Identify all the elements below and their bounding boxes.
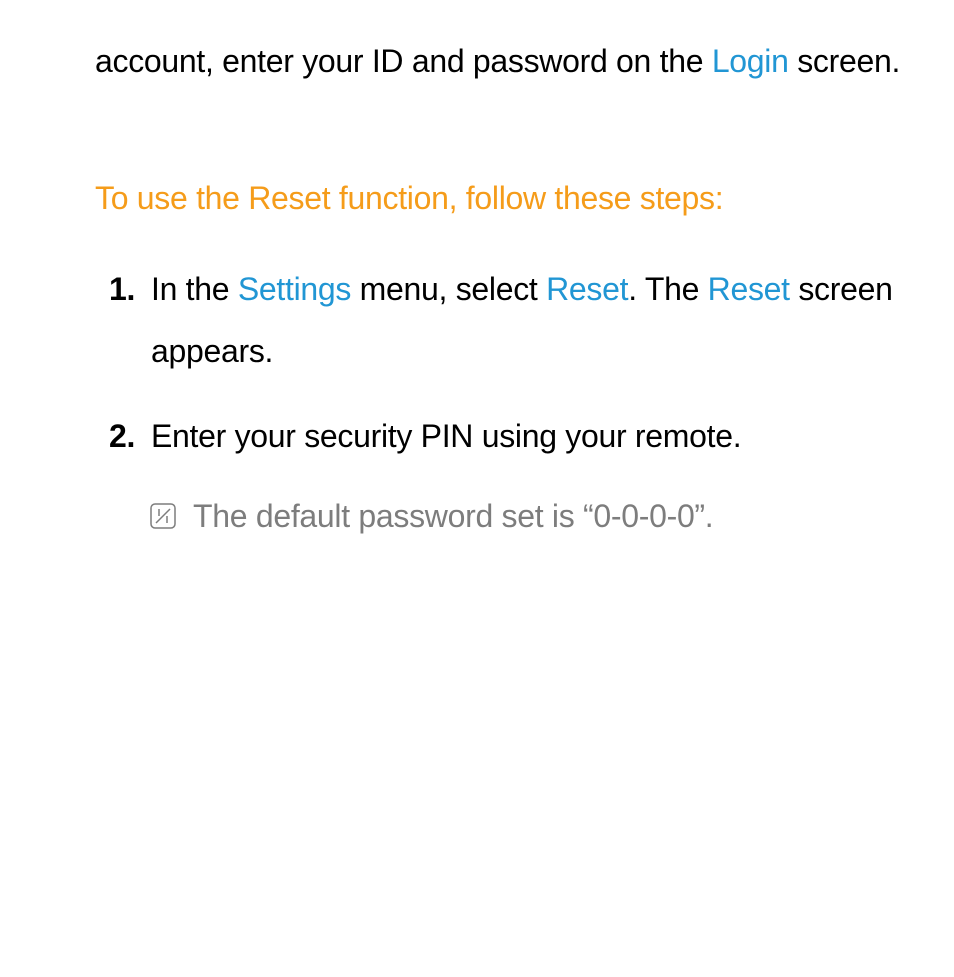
step-1: In the Settings menu, select Reset. The … — [109, 258, 904, 383]
step-2: Enter your security PIN using your remot… — [109, 405, 904, 548]
reset-link-text-1: Reset — [546, 271, 628, 307]
step1-mid1: menu, select — [351, 271, 546, 307]
intro-paragraph: account, enter your ID and password on t… — [95, 30, 904, 92]
note-block: The default password set is “0-0-0-0”. — [151, 485, 904, 547]
step1-mid2: . The — [628, 271, 707, 307]
settings-link-text: Settings — [238, 271, 351, 307]
note-icon — [148, 501, 178, 531]
login-link-text: Login — [712, 43, 789, 79]
steps-list: In the Settings menu, select Reset. The … — [95, 258, 904, 548]
intro-prefix: account, enter your ID and password on t… — [95, 43, 712, 79]
reset-link-text-2: Reset — [708, 271, 790, 307]
section-heading: To use the Reset function, follow these … — [95, 167, 904, 229]
step2-text: Enter your security PIN using your remot… — [151, 418, 741, 454]
note-text: The default password set is “0-0-0-0”. — [193, 498, 713, 534]
intro-suffix: screen. — [789, 43, 900, 79]
step1-prefix: In the — [151, 271, 238, 307]
